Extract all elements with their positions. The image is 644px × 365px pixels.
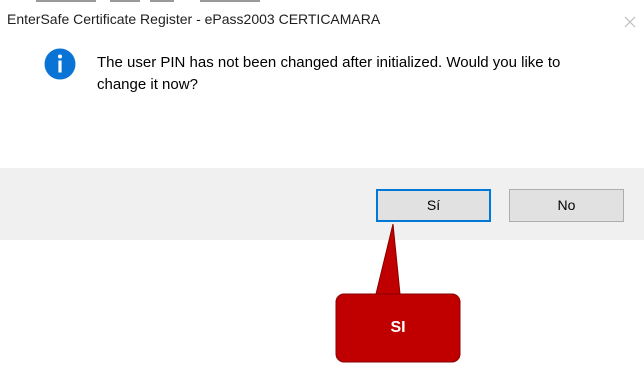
no-button[interactable]: No [509, 189, 624, 222]
dialog-title-bar: EnterSafe Certificate Register - ePass20… [0, 0, 644, 36]
yes-button[interactable]: Sí [376, 189, 491, 222]
close-icon [624, 16, 636, 28]
screenshot-page: EnterSafe Certificate Register - ePass20… [0, 0, 644, 365]
close-button[interactable] [616, 8, 644, 36]
dialog-message: The user PIN has not been changed after … [97, 52, 637, 96]
dialog-title: EnterSafe Certificate Register - ePass20… [7, 11, 381, 27]
info-icon [44, 48, 76, 80]
dialog-button-bar: Sí No [0, 168, 644, 240]
dialog-message-line-1: The user PIN has not been changed after … [97, 54, 561, 71]
callout-label: SI [390, 319, 406, 336]
dialog-message-line-2: change it now? [97, 76, 198, 93]
